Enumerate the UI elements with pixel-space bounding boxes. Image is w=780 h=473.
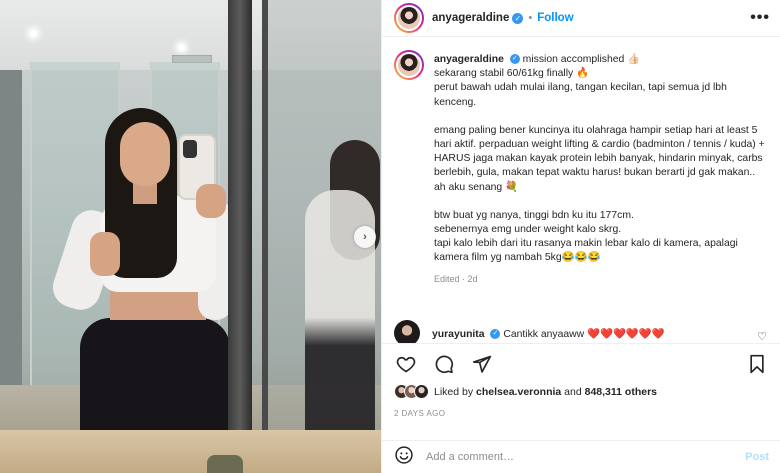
phone-camera — [183, 140, 197, 158]
follow-button[interactable]: Follow — [537, 12, 573, 24]
woman-right-hand — [196, 184, 226, 218]
liker-avatar — [414, 384, 429, 399]
separator-dot: • — [528, 12, 533, 24]
likes-prefix: Liked by — [434, 385, 474, 398]
likes-summary: Liked by chelsea.veronnia and 848,311 ot… — [394, 384, 769, 399]
comment-body: Cantikk anyaaww ❤️❤️❤️❤️❤️❤️ — [503, 328, 665, 340]
caption-paragraph: sekarang stabil 60/61kg finally 🔥 perut … — [434, 68, 727, 108]
like-heart-icon[interactable] — [394, 352, 418, 376]
bookmark-icon[interactable] — [745, 352, 769, 376]
share-paper-plane-icon[interactable] — [470, 352, 494, 376]
wall-panel — [0, 70, 22, 390]
avatar-image — [396, 52, 422, 78]
chevron-right-icon: › — [363, 230, 367, 243]
comments-area[interactable]: anyageraldine ✓ mission accomplished 👍🏻 … — [382, 38, 780, 343]
emoji-icon[interactable] — [394, 445, 414, 470]
like-comment-heart-icon[interactable]: ♡ — [757, 330, 767, 343]
edited-timestamp: Edited · 2d — [434, 273, 478, 284]
counter — [0, 430, 381, 473]
liked-by-user-link[interactable]: chelsea.veronnia — [476, 386, 561, 398]
cup — [207, 455, 243, 473]
caption-avatar[interactable] — [394, 50, 424, 80]
caption-first-line: mission accomplished 👍🏻 — [522, 54, 641, 65]
caption-paragraph: emang paling bener kuncinya itu olahraga… — [434, 124, 765, 193]
commenter-avatar[interactable] — [394, 320, 420, 343]
woman-leggings — [80, 318, 230, 448]
likes-text: Liked by chelsea.veronnia and 848,311 ot… — [434, 386, 657, 398]
likes-connector: and — [564, 385, 582, 398]
comment-item: yurayunita ✓ Cantikk anyaaww ❤️❤️❤️❤️❤️❤… — [394, 320, 769, 343]
comment-input[interactable] — [426, 451, 716, 463]
action-bar — [394, 344, 769, 384]
verified-badge-icon: ✓ — [512, 12, 524, 24]
post-sidebar: anyageraldine ✓ • Follow ••• anyageraldi… — [381, 0, 780, 473]
carousel-next-button[interactable]: › — [354, 226, 376, 248]
comment-text: yurayunita ✓ Cantikk anyaaww ❤️❤️❤️❤️❤️❤… — [432, 327, 665, 340]
door-edge — [262, 0, 268, 473]
verified-badge-icon: ✓ — [490, 328, 501, 339]
woman-face — [120, 122, 170, 186]
door-frame — [228, 0, 252, 473]
more-options-icon[interactable]: ••• — [750, 9, 770, 27]
woman-midriff — [110, 288, 206, 320]
thumbs-up-hand — [90, 232, 120, 276]
comment-bubble-icon[interactable] — [432, 352, 456, 376]
post-timestamp[interactable]: 2 DAYS AGO — [394, 409, 769, 418]
post-comment-button[interactable]: Post — [745, 451, 769, 463]
likes-count-link[interactable]: 848,311 others — [585, 386, 657, 398]
caption-paragraph: btw buat yg nanya, tinggi bdn ku itu 177… — [434, 209, 738, 264]
ceiling-light — [178, 44, 185, 51]
caption: anyageraldine ✓ mission accomplished 👍🏻 … — [394, 50, 769, 286]
post-actions-area: Liked by chelsea.veronnia and 848,311 ot… — [382, 343, 780, 433]
author-avatar[interactable] — [394, 3, 424, 33]
post-header: anyageraldine ✓ • Follow ••• — [382, 0, 780, 37]
ceiling-light — [30, 30, 37, 37]
post-photo[interactable]: › — [0, 0, 381, 473]
commenter-username[interactable]: yurayunita — [432, 329, 485, 340]
caption-username[interactable]: anyageraldine — [434, 54, 504, 65]
avatar-image — [396, 5, 422, 31]
author-username[interactable]: anyageraldine — [432, 12, 509, 24]
caption-body: anyageraldine ✓ mission accomplished 👍🏻 … — [434, 50, 769, 286]
add-comment-bar: Post — [382, 440, 780, 473]
verified-badge-icon: ✓ — [509, 54, 520, 65]
